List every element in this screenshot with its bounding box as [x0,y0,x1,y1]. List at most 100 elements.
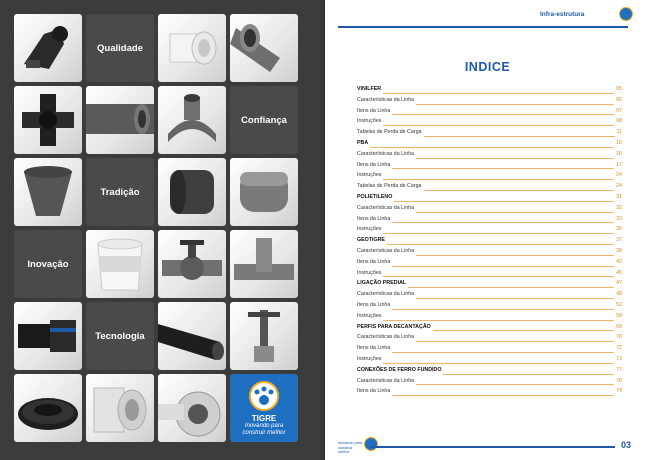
product-photo-end-cap [158,158,226,226]
header-section-name: Infra-estrutura [540,11,585,18]
toc-entry-page: 77 [614,364,622,375]
product-photo-flange [158,374,226,442]
toc-entry-row: Instruções 35 [357,224,622,235]
toc-leader-line [357,233,622,235]
toc-entry-row: Características da Linha 78 [357,375,622,387]
toc-entry-page: 15 [614,137,622,148]
toc-entry-page: 24 [614,181,622,192]
toc-entry-title: PERFIS PARA DECANTAÇÃO [357,321,433,332]
toc-leader-line [357,168,622,170]
toc-entry-page: 72 [614,343,622,354]
footer-divider [370,446,615,448]
toc-entry-row: Itens da Linha 52 [357,299,622,311]
page-number: 03 [621,440,632,450]
toc-entry-page: 70 [614,332,622,343]
toc-entry-title: VINILFER [357,84,384,94]
toc-entry-page: 38 [614,245,622,256]
toc-entry-title: Características da Linha [357,289,417,300]
toc-leader-line [357,92,622,94]
toc-entry-title: Instruções [357,170,384,181]
toc-entry-title: Itens da Linha [357,256,393,267]
toc-entry-page: 78 [614,375,622,386]
label-tecnologia: Tecnologia [86,302,154,370]
toc-entry-page: 08 [614,116,622,127]
toc-entry-title: Características da Linha [357,148,417,159]
toc-entry-page: 24 [614,170,622,181]
toc-entry-page: 45 [614,267,622,278]
toc-entry-page: 59 [614,310,622,321]
product-photo-gray-cap [230,158,298,226]
toc-entry-title: Características da Linha [357,245,417,256]
toc-entry-row: Itens da Linha 42 [357,256,622,268]
footer-tagline: Inovando para construir melhor [338,441,364,455]
toc-entry-row: Características da Linha 16 [357,148,622,160]
toc-entry-page: 06 [614,94,622,105]
toc-entry-row: Instruções 45 [357,267,622,279]
toc-entry-title: Instruções [357,267,384,278]
product-photo-ball-valve [158,230,226,298]
toc-entry-row: Características da Linha 70 [357,332,622,343]
toc-entry-page: 11 [614,127,622,138]
left-page-mosaic: Qualidade Confiança Tradição Inovação Te… [0,0,325,460]
toc-leader-line [357,222,622,224]
toc-entry-page: 52 [614,299,622,310]
toc-entry-row: Características da Linha 32 [357,202,622,214]
toc-entry-row: Instruções 08 [357,116,622,127]
toc-entry-row: Itens da Linha 07 [357,105,622,117]
toc-entry-title: Características da Linha [357,202,417,213]
product-photo-valve-key [230,302,298,370]
toc-entry-page: 37 [614,235,622,246]
header-divider [338,26,628,28]
toc-entry-title: POLIETILENO [357,191,395,202]
toc-entry-page: 79 [614,386,622,397]
toc-entry-title: PBA [357,137,371,148]
footer-tagline-line2: construir melhor [338,445,353,455]
label-inovacao: Inovação [14,230,82,298]
toc-section-row: GEOTIGRE 37 [357,235,622,246]
toc-entry-title: Itens da Linha [357,386,393,397]
toc-leader-line [357,265,622,267]
product-photo-black-pipe [158,302,226,370]
toc-leader-line [357,146,622,148]
product-photo-gray-coupling [86,86,154,154]
toc-entry-title: Itens da Linha [357,159,393,170]
toc-leader-line [357,308,622,310]
toc-entry-title: Características da Linha [357,375,417,386]
toc-entry-title: Características da Linha [357,332,417,343]
toc-entry-page: 07 [614,105,622,116]
header-tigre-logo-icon [619,7,633,21]
product-photo-gray-pipe [230,14,298,82]
product-photo-compression-fitting [14,302,82,370]
product-photo-black-cross [14,86,82,154]
label-tradicao: Tradição [86,158,154,226]
product-photo-tapping-saddle [158,86,226,154]
toc-entry-row: Características da Linha 48 [357,289,622,300]
label-confianca: Confiança [230,86,298,154]
table-of-contents: VINILFER 05 Características da Linha 06 Iten… [357,84,622,397]
toc-entry-title: Instruções [357,353,384,364]
toc-entry-row: Instruções 24 [357,170,622,181]
toc-entry-page: 42 [614,256,622,267]
toc-entry-page: 32 [614,202,622,213]
toc-entry-row: Tabelas de Perda de Carga 24 [357,181,622,192]
toc-section-row: PERFIS PARA DECANTAÇÃO 69 [357,321,622,333]
product-photo-funnel [14,158,82,226]
toc-leader-line [357,395,622,397]
toc-entry-title: CONEXÕES DE FERRO FUNDIDO [357,364,444,375]
toc-entry-row: Itens da Linha 33 [357,213,622,225]
toc-entry-page: 17 [614,159,622,170]
tigre-brand-tile: TIGRE Inovando para construir melhor [230,374,298,442]
label-qualidade: Qualidade [86,14,154,82]
toc-section-row: PBA 15 [357,137,622,149]
toc-leader-line [357,276,622,278]
toc-entry-row: Características da Linha 38 [357,245,622,257]
toc-entry-title: Itens da Linha [357,213,393,224]
product-photo-saddle-clamp [14,14,82,82]
toc-entry-row: Itens da Linha 79 [357,386,622,397]
toc-leader-line [357,319,622,321]
toc-entry-title: LIGAÇÃO PREDIAL [357,278,409,289]
toc-section-row: VINILFER 05 [357,84,622,95]
toc-entry-title: Instruções [357,224,384,235]
footer-tagline-line1: Inovando para [338,441,363,445]
toc-entry-row: Instruções 73 [357,353,622,365]
